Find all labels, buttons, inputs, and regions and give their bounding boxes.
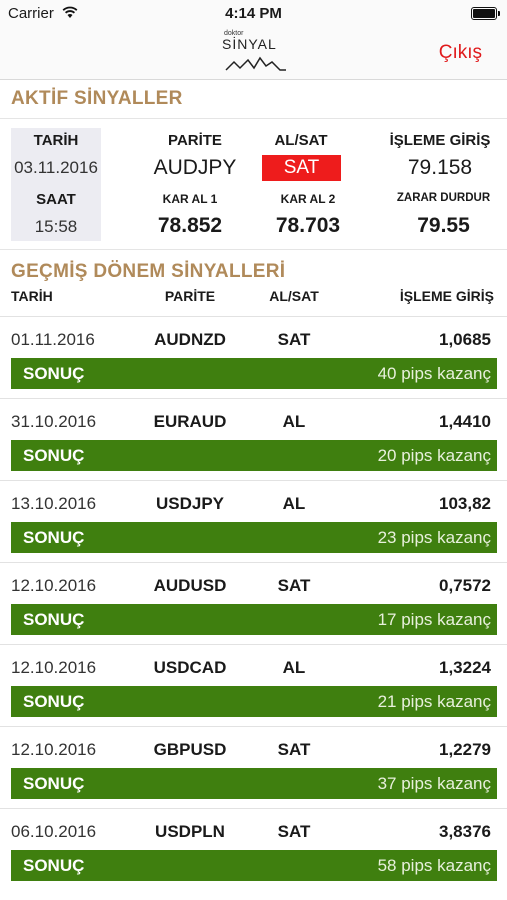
result-label: SONUÇ [23,528,85,547]
pair-value: AUDJPY [153,156,237,179]
history-col-side: AL/SAT [269,288,319,304]
row-date: 12.10.2016 [11,740,97,759]
take-profit-1-value: 78.852 [157,214,223,237]
row-date: 13.10.2016 [11,494,97,513]
stop-loss-label: ZARAR DURDUR [396,192,491,204]
row-side: SAT [277,576,311,595]
row-date: 01.11.2016 [11,330,95,349]
row-date: 06.10.2016 [11,822,97,841]
result-label: SONUÇ [23,856,85,875]
row-date: 12.10.2016 [11,576,97,595]
logout-button[interactable]: Çıkış [439,42,482,64]
result-value: 40 pips kazanç [377,364,491,383]
result-label: SONUÇ [23,774,85,793]
row-pair: USDJPY [155,494,225,513]
result-bar: SONUÇ 58 pips kazanç [11,850,497,881]
result-bar: SONUÇ 23 pips kazanç [11,522,497,553]
row-entry: 1,4410 [439,412,491,431]
active-signals-title: AKTİF SİNYALLER [11,88,183,109]
date-value: 03.11.2016 [14,158,98,177]
result-value: 20 pips kazanç [377,446,491,465]
history-col-entry: İŞLEME GİRİŞ [399,288,494,304]
row-pair: USDCAD [153,658,227,677]
history-col-date: TARİH [11,288,53,304]
result-bar: SONUÇ 21 pips kazanç [11,686,497,717]
active-signal-card: TARİH 03.11.2016 SAAT 15:58 PARİTE AUDJP… [0,118,507,250]
history-title: GEÇMİŞ DÖNEM SİNYALLERİ [11,261,286,282]
row-entry: 1,3224 [439,658,491,677]
result-value: 58 pips kazanç [377,856,491,875]
result-bar: SONUÇ 40 pips kazanç [11,358,497,389]
time-label: SAAT [36,191,76,208]
battery-icon [471,7,500,20]
row-side: AL [282,494,306,513]
row-pair: EURAUD [153,412,227,431]
status-bar: Carrier 4:14 PM [0,0,507,28]
result-label: SONUÇ [23,610,85,629]
row-pair: USDPLN [155,822,225,841]
time-value: 15:58 [34,217,78,236]
pair-label: PARİTE [168,132,222,149]
date-time-panel: TARİH 03.11.2016 SAAT 15:58 [11,128,101,241]
take-profit-1-label: KAR AL 1 [162,192,218,206]
history-row[interactable]: 13.10.2016 USDJPY AL 103,82 SONUÇ 23 pip… [0,480,507,562]
result-label: SONUÇ [23,364,85,383]
row-entry: 3,8376 [439,822,491,841]
entry-label: İŞLEME GİRİŞ [389,132,491,149]
date-label: TARİH [33,132,79,149]
row-date: 31.10.2016 [11,412,97,431]
row-entry: 1,0685 [439,330,491,349]
stop-loss-value: 79.55 [417,214,470,237]
side-label: AL/SAT [274,132,328,149]
row-date: 12.10.2016 [11,658,97,677]
row-entry: 0,7572 [439,576,491,595]
row-side: AL [282,658,306,677]
result-value: 17 pips kazanç [377,610,491,629]
result-label: SONUÇ [23,446,85,465]
app-logo: doktor SİNYAL [222,30,288,76]
row-pair: GBPUSD [153,740,227,759]
take-profit-2-label: KAR AL 2 [280,192,336,206]
row-side: SAT [277,740,311,759]
result-bar: SONUÇ 37 pips kazanç [11,768,497,799]
history-row[interactable]: 12.10.2016 GBPUSD SAT 1,2279 SONUÇ 37 pi… [0,726,507,808]
row-side: AL [282,412,306,431]
sell-badge: SAT [262,155,341,181]
result-label: SONUÇ [23,692,85,711]
result-value: 37 pips kazanç [377,774,491,793]
history-col-pair: PARİTE [164,288,216,304]
row-side: SAT [277,330,311,349]
row-side: SAT [277,822,311,841]
row-entry: 1,2279 [439,740,491,759]
row-entry: 103,82 [439,494,491,513]
nav-bar: doktor SİNYAL Çıkış [0,28,507,80]
history-row[interactable]: 12.10.2016 AUDUSD SAT 0,7572 SONUÇ 17 pi… [0,562,507,644]
take-profit-2-value: 78.703 [275,214,341,237]
result-bar: SONUÇ 17 pips kazanç [11,604,497,635]
history-row[interactable]: 01.11.2016 AUDNZD SAT 1,0685 SONUÇ 40 pi… [0,316,507,398]
result-value: 23 pips kazanç [377,528,491,547]
result-value: 21 pips kazanç [377,692,491,711]
row-pair: AUDUSD [153,576,227,595]
entry-value: 79.158 [407,156,473,179]
result-bar: SONUÇ 20 pips kazanç [11,440,497,471]
history-row[interactable]: 06.10.2016 USDPLN SAT 3,8376 SONUÇ 58 pi… [0,808,507,890]
logo-wave-icon [225,56,286,71]
history-row[interactable]: 12.10.2016 USDCAD AL 1,3224 SONUÇ 21 pip… [0,644,507,726]
history-row[interactable]: 31.10.2016 EURAUD AL 1,4410 SONUÇ 20 pip… [0,398,507,480]
clock: 4:14 PM [225,5,282,22]
row-pair: AUDNZD [154,330,226,349]
logo-main-text: SİNYAL [222,36,277,52]
